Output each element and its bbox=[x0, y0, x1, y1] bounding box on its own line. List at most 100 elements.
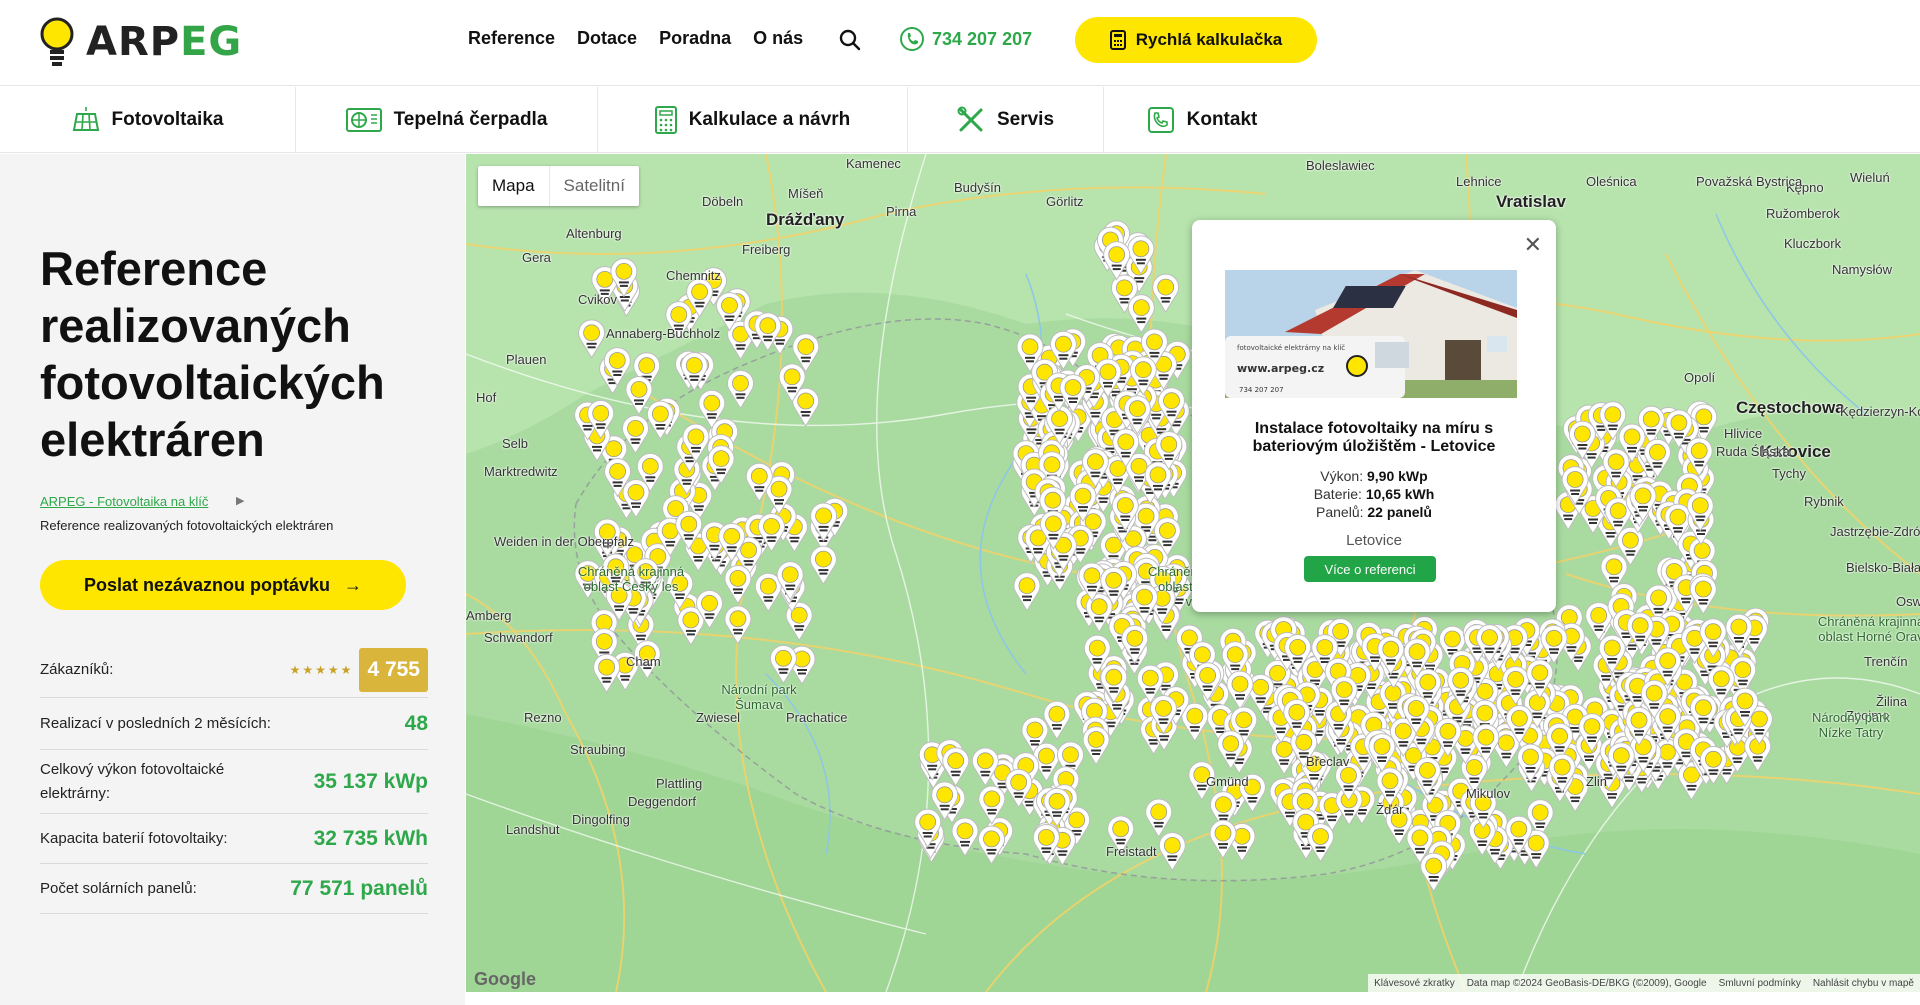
battery-label: Baterie: bbox=[1313, 486, 1362, 502]
page-title: Reference realizovaných fotovoltaických … bbox=[40, 242, 385, 466]
reference-marker[interactable] bbox=[724, 565, 752, 605]
reference-marker[interactable] bbox=[724, 605, 752, 645]
nav-reference[interactable]: Reference bbox=[468, 28, 555, 49]
more-about-reference-button[interactable]: Více o referenci bbox=[1304, 556, 1436, 582]
logo-text: ARPEG bbox=[86, 19, 243, 65]
reference-marker[interactable] bbox=[1127, 294, 1155, 334]
stat-value: 35 137 kWp bbox=[313, 769, 428, 793]
breadcrumb-separator-icon: ▶ bbox=[236, 495, 245, 507]
map-label: Kędzierzyn-Koźle bbox=[1840, 404, 1920, 419]
map-label: Freiberg bbox=[742, 242, 791, 257]
nav-dotace[interactable]: Dotace bbox=[577, 28, 637, 49]
stat-row-customers: Zákazníků: ★★★★★ 4 755 bbox=[40, 642, 428, 698]
map-label: Gera bbox=[522, 250, 551, 265]
stat-label: Kapacita baterií fotovoltaiky: bbox=[40, 830, 228, 847]
reference-marker[interactable] bbox=[951, 817, 979, 857]
map-label: Częstochowa bbox=[1736, 398, 1845, 417]
attribution-terms[interactable]: Smluvní podmínky bbox=[1719, 978, 1801, 989]
park-label: Národní park Šumava bbox=[721, 682, 797, 712]
category-kontakt[interactable]: Kontakt bbox=[1104, 87, 1300, 153]
reference-marker[interactable] bbox=[593, 653, 621, 694]
stat-label: Počet solárních panelů: bbox=[40, 880, 197, 897]
category-kalkulace[interactable]: Kalkulace a návrh bbox=[598, 87, 908, 153]
map-label: Prachatice bbox=[786, 710, 848, 725]
map-label: Oswięcim bbox=[1896, 594, 1920, 609]
reference-map[interactable]: Mapa Satelitní Kamenec Budyšín Boleslawiec… bbox=[466, 154, 1920, 992]
search-icon[interactable] bbox=[836, 26, 864, 54]
category-label: Kontakt bbox=[1186, 109, 1258, 130]
reference-marker[interactable] bbox=[1013, 572, 1041, 612]
category-nav: Fotovoltaika Tepelná čerpadla Kalkulace … bbox=[0, 87, 1920, 153]
reference-marker[interactable] bbox=[1032, 824, 1060, 864]
contact-phone-icon bbox=[1147, 107, 1174, 133]
stats-list: Zákazníků: ★★★★★ 4 755 Realizací v posle… bbox=[40, 642, 428, 914]
reference-marker[interactable] bbox=[942, 747, 970, 787]
map-label: Görlitz bbox=[1046, 194, 1084, 209]
reference-marker[interactable] bbox=[578, 319, 606, 359]
map-label: Wieluń bbox=[1850, 170, 1890, 185]
map-label: Trenčín bbox=[1864, 654, 1908, 669]
reference-marker[interactable] bbox=[809, 545, 837, 586]
category-fotovoltaika[interactable]: Fotovoltaika bbox=[0, 87, 296, 153]
stat-label: Realizací v posledních 2 měsících: bbox=[40, 715, 271, 732]
nav-o-nas[interactable]: O nás bbox=[753, 28, 803, 49]
rating-stars-icon: ★★★★★ bbox=[289, 662, 354, 677]
reference-marker[interactable] bbox=[1307, 823, 1334, 863]
map-tab-satelitni[interactable]: Satelitní bbox=[550, 166, 639, 206]
heat-pump-icon bbox=[345, 108, 382, 132]
nav-poradna[interactable]: Poradna bbox=[659, 28, 731, 49]
category-servis[interactable]: Servis bbox=[908, 87, 1104, 153]
send-inquiry-button[interactable]: Poslat nezávaznou poptávku → bbox=[40, 560, 406, 610]
map-label: Altenburg bbox=[566, 226, 622, 241]
breadcrumb-home-link[interactable]: ARPEG - Fotovoltaika na klíč bbox=[40, 494, 208, 509]
tools-icon bbox=[957, 106, 983, 132]
reference-marker[interactable] bbox=[1082, 726, 1110, 766]
logo[interactable]: ARPEG bbox=[38, 16, 242, 68]
reference-photo: fotovoltaické elektrárny na klíč www.arp… bbox=[1225, 270, 1517, 398]
map-label: Rybnik bbox=[1804, 494, 1844, 509]
map-label: Cvikov bbox=[578, 292, 618, 307]
reference-marker[interactable] bbox=[727, 369, 754, 410]
map-label: Zlin bbox=[1586, 774, 1607, 789]
google-logo: Google bbox=[474, 969, 536, 989]
solar-panel-icon bbox=[72, 107, 99, 131]
reference-marker[interactable] bbox=[769, 644, 797, 685]
reference-marker[interactable] bbox=[1226, 670, 1254, 711]
reference-marker[interactable] bbox=[1158, 832, 1186, 872]
map-label: Budyšín bbox=[954, 180, 1001, 195]
map-label: Mikulov bbox=[1466, 786, 1511, 801]
arrow-right-icon: → bbox=[344, 574, 363, 595]
reference-marker[interactable] bbox=[978, 825, 1005, 865]
map-label: Zwiesel bbox=[696, 710, 741, 725]
reference-marker[interactable] bbox=[1420, 852, 1448, 892]
phone-link[interactable]: 734 207 207 bbox=[900, 27, 1032, 51]
category-label: Kalkulace a návrh bbox=[688, 109, 851, 130]
close-icon[interactable]: ✕ bbox=[1524, 232, 1542, 258]
reference-marker[interactable] bbox=[1689, 575, 1717, 615]
map-label: Gmünd bbox=[1206, 774, 1249, 789]
photo-banner: fotovoltaické elektrárny na klíč bbox=[1237, 344, 1345, 352]
map-label: Pirna bbox=[886, 204, 917, 219]
map-label: Rezno bbox=[524, 710, 562, 725]
map-type-tabs: Mapa Satelitní bbox=[478, 166, 639, 206]
map-label: Hof bbox=[476, 390, 497, 405]
attribution-report[interactable]: Nahlásit chybu v mapě bbox=[1813, 978, 1914, 989]
map-tab-mapa[interactable]: Mapa bbox=[478, 166, 550, 206]
main-nav: Reference Dotace Poradna O nás bbox=[468, 28, 803, 49]
reference-marker[interactable] bbox=[1209, 819, 1237, 860]
photo-url: www.arpeg.cz bbox=[1237, 362, 1324, 375]
park-label: Chráněná krajinná oblast Horné Orav bbox=[1817, 614, 1920, 644]
quick-calculator-button[interactable]: Rychlá kalkulačka bbox=[1075, 17, 1317, 63]
map-label: Döbeln bbox=[702, 194, 744, 209]
power-label: Výkon: bbox=[1320, 468, 1364, 484]
popup-title: Instalace fotovoltaiky na míru s baterio… bbox=[1252, 420, 1496, 455]
category-tepelna-cerpadla[interactable]: Tepelná čerpadla bbox=[296, 87, 598, 153]
power-value: 9,90 kWp bbox=[1367, 468, 1428, 484]
attribution-shortcuts[interactable]: Klávesové zkratky bbox=[1374, 978, 1455, 989]
reference-marker[interactable] bbox=[1145, 798, 1173, 838]
map-label: Landshut bbox=[506, 822, 560, 837]
stat-value: 48 bbox=[404, 711, 428, 735]
reference-marker[interactable] bbox=[646, 400, 674, 440]
map-label: Straubing bbox=[570, 742, 626, 757]
reference-marker[interactable] bbox=[1152, 273, 1180, 314]
